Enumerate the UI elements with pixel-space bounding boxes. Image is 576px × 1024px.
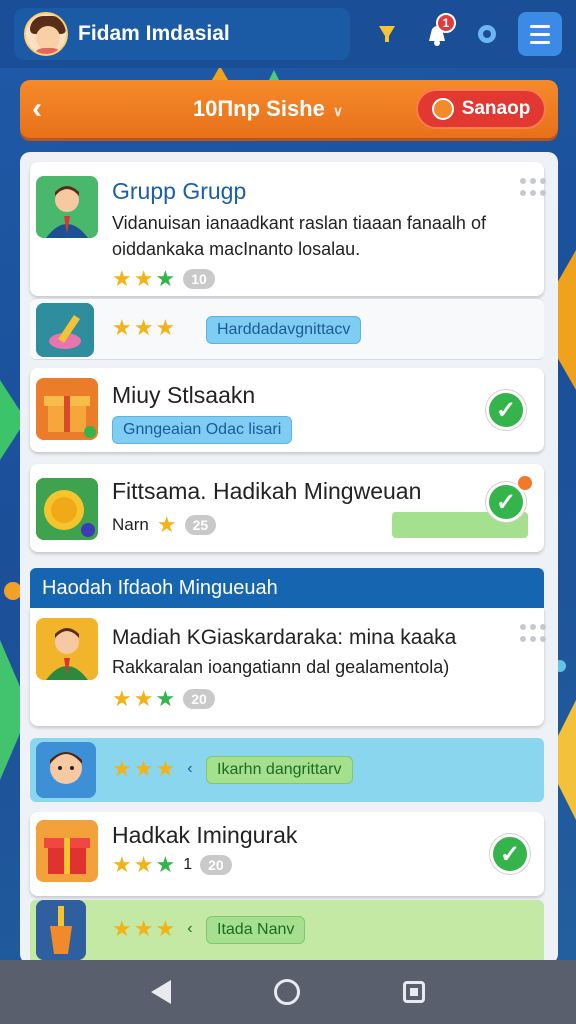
alert-dot-icon: [516, 474, 534, 492]
star-rating: ★ ★ ★: [112, 317, 175, 339]
star-icon: ★: [133, 315, 154, 340]
card-description: Rakkaralan ioangatiann dal gealamentola): [112, 657, 450, 677]
gift-box-icon: [36, 820, 98, 882]
notification-badge: 1: [436, 13, 456, 33]
tag-label: Itada Nanv: [206, 916, 306, 944]
header-title-dropdown[interactable]: 10Пnp Sishe ∨: [120, 96, 416, 122]
card-title: Madiah KGiaskardaraka: mina kaaka: [112, 626, 457, 649]
person-icon: [431, 98, 454, 120]
boy-avatar-icon: [36, 742, 96, 798]
star-icon: ★: [112, 756, 132, 781]
gear-icon[interactable]: [462, 9, 512, 59]
star-icon: ★: [133, 916, 154, 941]
trophy-icon[interactable]: [362, 9, 412, 59]
star-rating: ★ ★ ★ ‹: [112, 758, 193, 780]
star-icon: ★: [133, 266, 154, 291]
gold-coin-icon: [36, 478, 98, 540]
more-options-icon[interactable]: [520, 178, 546, 198]
profile-pill[interactable]: Fidam Imdasial: [14, 8, 350, 60]
star-icon: ★: [155, 686, 176, 711]
checkmark-icon[interactable]: ✓: [490, 834, 530, 874]
top-icons: 1: [362, 9, 562, 59]
star-icon: ★: [155, 266, 176, 291]
list-item[interactable]: Miuy Stlsaakn Gnngeaian Odac lisari ✓: [30, 368, 544, 452]
star-icon: ★: [133, 686, 154, 711]
star-icon: ★: [112, 852, 132, 877]
card-title: Fittsama. Hadikah Mingweuan: [112, 478, 422, 504]
page-title: 10Пnp Sishe: [192, 96, 325, 121]
section-title: Haodah Ifdaoh Mingueuah: [42, 576, 278, 599]
potion-bottle-icon: [36, 303, 94, 357]
star-icon: ★: [133, 852, 154, 877]
count-badge: 10: [183, 269, 215, 289]
chevron-down-icon: ∨: [332, 103, 344, 119]
chevron-left-icon: ‹: [187, 920, 193, 937]
tag-label: Harddadavgnittacv: [206, 316, 362, 344]
card-title: Miuy Stlsaakn: [112, 382, 256, 408]
star-icon: ★: [155, 852, 176, 877]
tag-label: Gnngeaian Odac lisari: [112, 416, 293, 444]
nav-recent-apps-icon[interactable]: [402, 981, 425, 1003]
star-icon: ★: [133, 756, 154, 781]
header-action-button[interactable]: Sanaop: [416, 89, 546, 129]
more-options-icon[interactable]: [520, 624, 546, 644]
card-subtitle: Narn: [112, 515, 149, 534]
potion-bottle-icon: [36, 900, 86, 960]
checkmark-icon[interactable]: ✓: [486, 390, 526, 430]
list-item[interactable]: ★ ★ ★ ‹ Itada Nanv: [30, 900, 544, 964]
star-icon: ★: [112, 916, 132, 941]
star-rating: ★ ★ ★ 1 20: [112, 854, 232, 876]
star-rating: Narn ★ 25: [112, 512, 217, 537]
star-rating: ★ ★ ★ ‹: [112, 918, 193, 940]
system-nav-bar: [0, 960, 576, 1024]
star-icon: ★: [155, 916, 176, 941]
nav-back-icon[interactable]: [151, 980, 172, 1004]
count-badge: 20: [200, 855, 232, 875]
person-avatar-icon: [36, 176, 98, 238]
gift-box-icon: [36, 378, 98, 440]
star-icon: ★: [112, 266, 132, 291]
list-item[interactable]: ★ ★ ★ ‹ Ikarhn dangrittarv: [30, 738, 544, 802]
star-rating: ★ ★ ★ 10: [112, 268, 215, 290]
avatar: [24, 12, 68, 56]
card-description: Vidanuisan ianaadkant raslan tiaaan fana…: [112, 213, 486, 259]
decor-shape: [212, 66, 228, 80]
page-header: ‹ 10Пnp Sishe ∨ Sanaop: [20, 80, 558, 138]
tag-label: Ikarhn dangrittarv: [206, 756, 353, 784]
section-header: Haodah Ifdaoh Mingueuah: [30, 568, 544, 608]
star-icon: ★: [155, 315, 176, 340]
star-icon: ★: [112, 686, 132, 711]
person-avatar-icon: [36, 618, 98, 680]
star-icon: ★: [155, 756, 176, 781]
notification-bell-icon[interactable]: 1: [412, 9, 462, 59]
count-badge: 25: [184, 515, 217, 535]
hamburger-menu-button[interactable]: [518, 12, 562, 56]
nav-home-icon[interactable]: [273, 979, 300, 1005]
count-prefix: 1: [183, 856, 193, 873]
list-item[interactable]: ★ ★ ★ Harddadavgnittacv: [30, 298, 544, 360]
content-panel: Grupp Grugp Vidanuisan ianaadkant raslan…: [20, 152, 558, 964]
chevron-left-icon: ‹: [187, 760, 193, 777]
header-action-label: Sanaop: [461, 98, 531, 119]
card-title: Grupp Grugp: [112, 178, 247, 204]
star-icon: ★: [112, 315, 132, 340]
card-title: Hadkak Imingurak: [112, 822, 298, 848]
list-item[interactable]: Grupp Grugp Vidanuisan ianaadkant raslan…: [30, 162, 546, 296]
top-bar: Fidam Imdasial 1: [0, 0, 576, 68]
star-icon: ★: [156, 512, 177, 537]
back-arrow-icon[interactable]: ‹: [32, 92, 60, 126]
count-badge: 20: [183, 689, 215, 709]
star-rating: ★ ★ ★ 20: [112, 688, 215, 710]
list-item[interactable]: Madiah KGiaskardaraka: mina kaaka Rakkar…: [30, 608, 546, 726]
list-item[interactable]: Hadkak Imingurak ★ ★ ★ 1 20 ✓: [30, 812, 544, 896]
list-item[interactable]: Fittsama. Hadikah Mingweuan Narn ★ 25 ✓: [30, 464, 544, 552]
profile-name: Fidam Imdasial: [78, 22, 230, 45]
